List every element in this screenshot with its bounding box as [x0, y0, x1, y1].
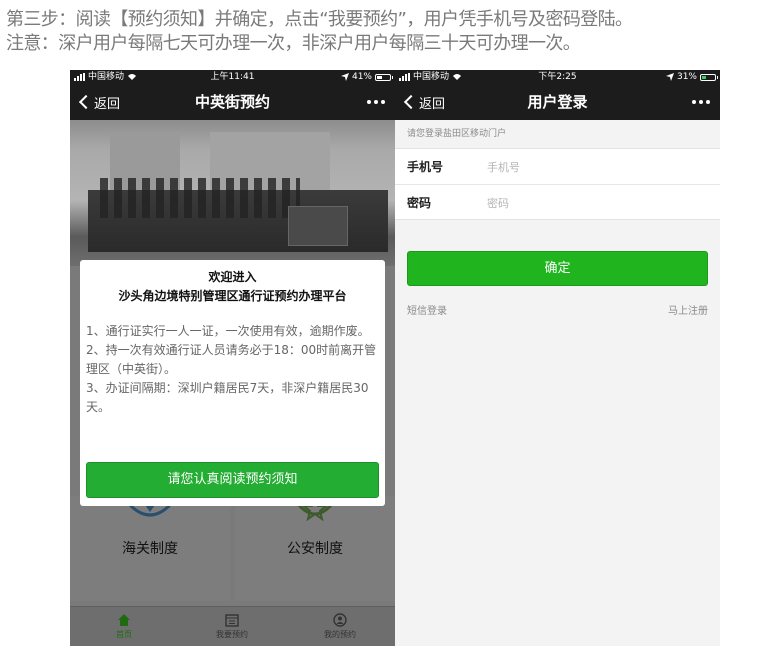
rule-3: 3、办证间隔期：深圳户籍居民7天，非深户籍居民30天。 [86, 381, 369, 414]
bottom-tab-bar: 首页 我要预约 我的预约 [70, 606, 395, 646]
booking-notice-modal: 欢迎进入 沙头角边境特别管理区通行证预约办理平台 1、通行证实行一人一证，一次使… [80, 260, 385, 506]
battery-percent: 41% [351, 72, 372, 82]
instruction-step3: 第三步：阅读【预约须知】并确定，点击“我要预约”，用户凭手机号及密码登陆。 [6, 9, 633, 30]
phone-label: 手机号 [407, 160, 444, 174]
status-bar: 中国移动 上午11:41 41% [70, 70, 395, 84]
phone-input[interactable] [487, 156, 707, 178]
modal-rules: 1、通行证实行一人一证，一次使用有效，逾期作废。 2、持一次有效通行证人员请务必… [86, 322, 378, 417]
instructions: 第三步：阅读【预约须知】并确定，点击“我要预约”，用户凭手机号及密码登陆。 注意… [6, 8, 776, 56]
tab-book-label: 我要预约 [216, 630, 248, 639]
password-input[interactable] [487, 192, 707, 214]
banner-photo [70, 120, 395, 266]
nav-bar: 返回 用户登录 [395, 84, 720, 120]
police-label: 公安制度 [287, 541, 343, 557]
rule-2: 2、持一次有效通行证人员请务必于18：00时前离开管理区（中英街）。 [86, 343, 377, 376]
page-title: 用户登录 [527, 93, 588, 111]
location-icon [665, 73, 674, 81]
tab-mine[interactable]: 我的预约 [286, 607, 394, 646]
status-bar: 中国移动 下午2:25 31% [395, 70, 720, 84]
tab-mine-label: 我的预约 [324, 630, 356, 639]
user-icon [333, 613, 347, 627]
confirm-button[interactable]: 确定 [407, 251, 708, 286]
login-hint: 请您登录盐田区移动门户 [395, 120, 720, 148]
rule-1: 1、通行证实行一人一证，一次使用有效，逾期作废。 [86, 324, 370, 338]
calendar-icon [225, 614, 239, 627]
customs-policy-tile[interactable]: 海关制度 [70, 494, 230, 601]
customs-label: 海关制度 [122, 541, 178, 557]
password-row: 密码 [395, 185, 720, 221]
phone-screenshot-login: 中国移动 下午2:25 31% 返回 用户登录 请您登录盐田区移动门户 手机号 … [395, 70, 720, 646]
police-policy-tile[interactable]: 公安制度 [235, 490, 395, 601]
register-link[interactable]: 马上注册 [668, 302, 708, 317]
phone-row: 手机号 [395, 149, 720, 185]
modal-title: 欢迎进入 [208, 270, 257, 284]
home-icon [118, 614, 130, 626]
battery-icon [375, 73, 393, 81]
phone-screenshot-booking: 中国移动 上午11:41 41% 返回 中英街预约 海关制度 公安制度 首页 我… [70, 70, 395, 646]
login-form: 手机号 密码 [395, 148, 720, 220]
battery-percent: 31% [676, 72, 697, 82]
more-dots-icon[interactable] [367, 84, 385, 120]
modal-subtitle: 沙头角边境特别管理区通行证预约办理平台 [118, 289, 347, 303]
nav-bar: 返回 中英街预约 [70, 84, 395, 120]
sms-login-link[interactable]: 短信登录 [407, 302, 447, 317]
page-title: 中英街预约 [194, 93, 270, 111]
battery-icon [700, 73, 718, 81]
instruction-note: 注意：深户用户每隔七天可办理一次，非深户用户每隔三十天可办理一次。 [6, 33, 581, 54]
tab-home[interactable]: 首页 [70, 607, 178, 646]
tab-book[interactable]: 我要预约 [178, 607, 286, 646]
location-icon [340, 73, 349, 81]
tab-home-label: 首页 [116, 630, 132, 639]
more-dots-icon[interactable] [692, 84, 710, 120]
password-label: 密码 [407, 196, 432, 210]
read-notice-button[interactable]: 请您认真阅读预约须知 [86, 462, 379, 498]
